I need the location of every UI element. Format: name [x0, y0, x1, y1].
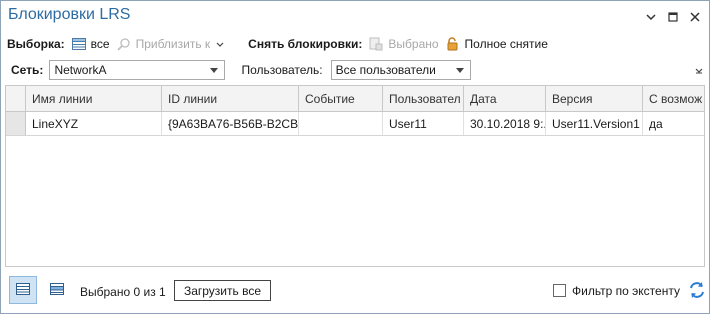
extent-filter-label[interactable]: Фильтр по экстенту [572, 284, 680, 298]
lrs-locks-pane: Блокировки LRS Выборка: все Приблизить к… [0, 0, 710, 314]
view-selected-records-button[interactable] [43, 276, 71, 304]
zoom-dropdown-button[interactable] [216, 37, 224, 51]
load-all-button[interactable]: Загрузить все [174, 280, 271, 301]
user-dropdown[interactable]: Все пользователи [330, 60, 471, 80]
restore-icon[interactable] [665, 9, 681, 25]
selected-view-icon [49, 282, 65, 299]
zoom-to-label: Приблизить к [135, 37, 211, 51]
select-all-button[interactable]: все [71, 36, 110, 52]
user-value: Все пользователи [335, 63, 436, 77]
unlock-label: Снять блокировки: [248, 37, 363, 51]
table-cell[interactable]: LineXYZ [26, 112, 162, 135]
network-dropdown[interactable]: NetworkA [49, 60, 226, 80]
zoom-to-icon [116, 36, 132, 52]
toolbar-overflow-icon[interactable] [695, 67, 703, 77]
row-selector[interactable] [6, 112, 26, 135]
extent-filter-checkbox[interactable] [553, 284, 566, 297]
table-view-icon [15, 282, 31, 299]
view-all-records-button[interactable] [9, 276, 37, 304]
release-selected-button[interactable]: Выбрано [368, 36, 439, 52]
select-all-label: все [90, 37, 110, 51]
select-all-rows-cell[interactable] [6, 86, 26, 111]
title-bar: Блокировки LRS [1, 1, 709, 33]
user-label: Пользователь: [241, 63, 323, 77]
column-header[interactable]: ID линии [162, 86, 299, 111]
release-selected-icon [368, 36, 384, 52]
network-value: NetworkA [54, 63, 107, 77]
table-cell[interactable]: да [643, 112, 704, 135]
table-header: Имя линии ID линии Событие Пользовател Д… [6, 86, 704, 112]
column-header[interactable]: Дата [464, 86, 546, 111]
locks-table: Имя линии ID линии Событие Пользовател Д… [5, 85, 705, 267]
network-label: Сеть: [11, 63, 44, 77]
dropdown-arrow-icon [210, 67, 219, 73]
table-cell[interactable]: User11 [383, 112, 464, 135]
selection-label: Выборка: [7, 37, 65, 51]
table-cell[interactable]: {9A63BA76-B56B-B2CB-... [162, 112, 299, 135]
table-cell[interactable]: User11.Version1 [546, 112, 643, 135]
zoom-to-button[interactable]: Приблизить к [116, 36, 211, 52]
unlock-icon [445, 36, 461, 52]
full-release-button[interactable]: Полное снятие [445, 36, 548, 52]
table-row[interactable]: LineXYZ {9A63BA76-B56B-B2CB-... User11 3… [6, 112, 704, 136]
close-icon[interactable] [687, 9, 703, 25]
dropdown-arrow-icon [455, 67, 464, 73]
chevron-down-icon[interactable] [643, 9, 659, 25]
refresh-icon[interactable] [687, 280, 707, 300]
table-icon [71, 36, 87, 52]
column-header[interactable]: Событие [299, 86, 383, 111]
status-bar: Выбрано 0 из 1 Загрузить все Фильтр по э… [1, 269, 709, 313]
selection-toolbar: Выборка: все Приблизить к Снять блокиров… [7, 34, 554, 54]
column-header[interactable]: С возмож [643, 86, 704, 111]
pane-title: Блокировки LRS [8, 6, 131, 23]
column-header[interactable]: Пользовател [383, 86, 464, 111]
table-cell[interactable]: 30.10.2018 9:... [464, 112, 546, 135]
selection-status: Выбрано 0 из 1 [80, 285, 166, 299]
column-header[interactable]: Версия [546, 86, 643, 111]
column-header[interactable]: Имя линии [26, 86, 162, 111]
release-selected-label: Выбрано [388, 37, 439, 51]
chevron-down-icon [216, 37, 224, 51]
filter-toolbar: Сеть: NetworkA Пользователь: Все пользов… [11, 59, 471, 81]
table-cell[interactable] [299, 112, 383, 135]
full-release-label: Полное снятие [464, 37, 548, 51]
window-controls [643, 9, 703, 25]
